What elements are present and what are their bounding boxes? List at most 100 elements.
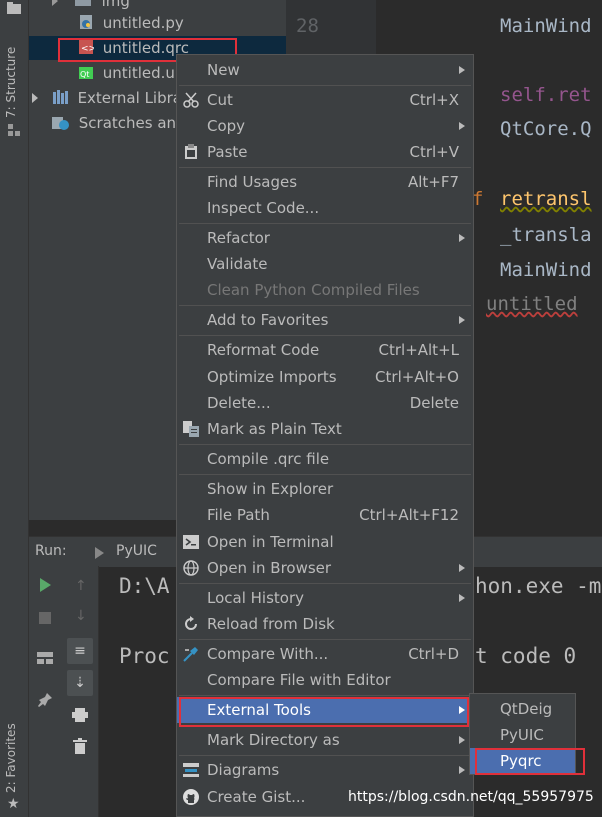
tree-item-label: untitled.ui [102, 64, 180, 82]
menu-item-inspect-code[interactable]: Inspect Code... [177, 195, 473, 221]
layout-icon[interactable] [37, 652, 53, 664]
submenu-item-pyuic[interactable]: PyUIC [470, 722, 575, 748]
run-tab-icon [95, 547, 104, 559]
run-toolbar-secondary: ↑ ↓ ≡ ⇣ [62, 566, 99, 817]
qt-ui-file-icon: Qt [79, 67, 93, 79]
menu-item-reload-from-disk[interactable]: Reload from Disk [177, 611, 473, 637]
run-label: Run: [35, 543, 67, 559]
trash-icon[interactable] [73, 738, 87, 754]
scroll-to-end-icon[interactable]: ⇣ [67, 670, 93, 696]
menu-item-paste[interactable]: Paste Ctrl+V [177, 139, 473, 165]
submenu-item-qtdeig[interactable]: QtDeig [470, 696, 575, 722]
submenu-arrow-icon [459, 766, 465, 774]
menu-separator [179, 223, 471, 224]
menu-item-mark-as-plain-text[interactable]: Mark as Plain Text [177, 416, 473, 442]
annotation-box-pyqrc [475, 748, 585, 775]
run-tab-pyuic[interactable]: PyUIC [116, 543, 157, 559]
diagram-icon [183, 763, 199, 777]
pin-icon[interactable] [37, 692, 53, 708]
submenu-arrow-icon [459, 736, 465, 744]
menu-separator [179, 305, 471, 306]
menu-separator [179, 755, 471, 756]
compare-icon [183, 647, 198, 662]
menu-item-file-path[interactable]: File Path Ctrl+Alt+F12 [177, 502, 473, 528]
menu-item-validate[interactable]: Validate [177, 251, 473, 277]
menu-item-optimize-imports[interactable]: Optimize Imports Ctrl+Alt+O [177, 364, 473, 390]
menu-separator [179, 85, 471, 86]
python-file-icon [80, 15, 92, 29]
down-arrow-icon[interactable]: ↓ [75, 608, 87, 624]
menu-item-find-usages[interactable]: Find Usages Alt+F7 [177, 169, 473, 195]
print-icon[interactable] [72, 708, 88, 722]
globe-icon [183, 560, 199, 576]
menu-item-compile-qrc[interactable]: Compile .qrc file [177, 446, 473, 472]
menu-item-refactor[interactable]: Refactor [177, 225, 473, 251]
tree-item-label: untitled.py [102, 14, 184, 32]
menu-item-compare-file-with-editor[interactable]: Compare File with Editor [177, 667, 473, 693]
github-icon [183, 789, 199, 805]
tree-item-untitled-ui[interactable]: Qt untitled.ui [78, 61, 179, 85]
code-line: MainWind [500, 259, 592, 281]
submenu-arrow-icon [459, 316, 465, 324]
menu-item-show-in-explorer[interactable]: Show in Explorer [177, 476, 473, 502]
code-line: untitled [486, 293, 578, 315]
menu-item-delete[interactable]: Delete... Delete [177, 390, 473, 416]
star-icon: ★ [7, 796, 20, 812]
code-line: MainWind [500, 15, 592, 37]
menu-item-copy[interactable]: Copy [177, 113, 473, 139]
code-line: QtCore.Q [500, 118, 592, 140]
menu-separator [179, 167, 471, 168]
favorites-tab[interactable]: 2: Favorites [4, 723, 18, 793]
tree-item-untitled-py[interactable]: untitled.py [78, 11, 184, 35]
code-line: retransl [500, 188, 592, 210]
menu-item-open-in-browser[interactable]: Open in Browser [177, 555, 473, 581]
menu-item-diagrams[interactable]: Diagrams [177, 757, 473, 783]
structure-tab[interactable]: 7: Structure [4, 47, 18, 118]
tree-item-scratches[interactable]: Scratches and [52, 111, 186, 135]
reload-icon [185, 616, 197, 630]
expand-arrow-icon[interactable] [32, 93, 38, 103]
run-toolbar [29, 566, 62, 817]
menu-separator [179, 335, 471, 336]
console-line: D:\A [119, 574, 170, 598]
expand-arrow-icon[interactable] [52, 0, 58, 6]
project-folder-icon[interactable] [7, 2, 21, 14]
console-line: hon.exe -m [475, 574, 602, 598]
stop-icon[interactable] [39, 612, 51, 624]
tree-item-label: Scratches and [78, 114, 186, 132]
code-line: self.ret [500, 84, 592, 106]
watermark-text: https://blog.csdn.net/qq_55957975 [348, 789, 594, 805]
code-line: _transla [500, 224, 592, 246]
menu-separator [179, 444, 471, 445]
submenu-arrow-icon [459, 66, 465, 74]
structure-icon [8, 124, 20, 136]
menu-item-reformat-code[interactable]: Reformat Code Ctrl+Alt+L [177, 337, 473, 363]
left-tool-stripe: 7: Structure 2: Favorites ★ [0, 0, 29, 817]
menu-item-compare-with[interactable]: Compare With... Ctrl+D [177, 641, 473, 667]
menu-separator [179, 639, 471, 640]
menu-item-clean-python-compiled-files: Clean Python Compiled Files [207, 281, 420, 299]
library-icon [52, 90, 68, 104]
menu-item-open-in-terminal[interactable]: Open in Terminal [177, 529, 473, 555]
console-line: t code 0 [475, 644, 577, 668]
svg-text:Qt: Qt [80, 70, 89, 79]
folder-icon [74, 0, 91, 6]
annotation-box-external-tools [179, 697, 469, 727]
scratches-icon [52, 117, 69, 130]
menu-item-mark-directory-as[interactable]: Mark Directory as [177, 727, 473, 753]
console-line: Proc [119, 644, 170, 668]
rerun-icon[interactable] [40, 578, 51, 592]
submenu-arrow-icon [459, 564, 465, 572]
line-number: 28 [296, 15, 319, 37]
plain-text-icon [183, 421, 199, 437]
menu-separator [179, 474, 471, 475]
menu-item-local-history[interactable]: Local History [177, 585, 473, 611]
menu-item-add-to-favorites[interactable]: Add to Favorites [177, 307, 473, 333]
soft-wrap-icon[interactable]: ≡ [67, 638, 93, 664]
terminal-icon [183, 535, 199, 549]
up-arrow-icon[interactable]: ↑ [75, 578, 87, 594]
menu-item-cut[interactable]: Cut Ctrl+X [177, 87, 473, 113]
submenu-arrow-icon [459, 122, 465, 130]
scissors-icon [183, 92, 199, 108]
menu-item-new[interactable]: New [177, 57, 473, 83]
